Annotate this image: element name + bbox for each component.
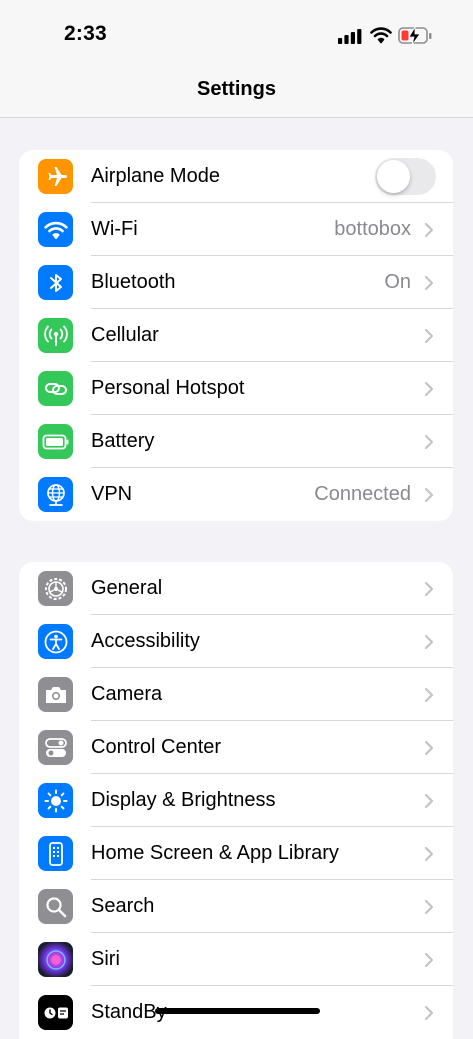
siri-icon	[38, 942, 73, 977]
chevron-right-icon	[424, 952, 434, 968]
toggle-knob	[377, 160, 410, 193]
row-label: Home Screen & App Library	[91, 842, 339, 864]
bluetooth-status-value: On	[384, 271, 411, 293]
vpn-status-value: Connected	[314, 483, 411, 505]
home-screen-icon	[38, 836, 73, 871]
wifi-network-value: bottobox	[334, 218, 411, 240]
chevron-right-icon	[424, 222, 434, 238]
row-vpn[interactable]: VPN Connected	[19, 468, 453, 521]
airplane-icon	[38, 159, 73, 194]
battery-icon	[38, 424, 73, 459]
row-display-brightness[interactable]: Display & Brightness	[19, 774, 453, 827]
settings-group-general: General Accessibility Camera Control Cen…	[19, 562, 453, 1039]
row-label: Camera	[91, 683, 163, 705]
row-search[interactable]: Search	[19, 880, 453, 933]
airplane-mode-toggle[interactable]	[375, 158, 436, 195]
row-label: Siri	[91, 948, 120, 970]
top-bar: 2:33 Settings	[0, 0, 473, 118]
camera-icon	[38, 677, 73, 712]
chevron-right-icon	[424, 740, 434, 756]
row-label: VPN	[91, 483, 133, 505]
cellular-signal-icon	[338, 29, 362, 44]
chevron-right-icon	[424, 687, 434, 703]
control-center-icon	[38, 730, 73, 765]
page-title: Settings	[197, 78, 276, 100]
row-siri[interactable]: Siri	[19, 933, 453, 986]
row-label: Display & Brightness	[91, 789, 276, 811]
battery-charging-icon	[398, 26, 432, 46]
chevron-right-icon	[424, 434, 434, 450]
row-airplane-mode[interactable]: Airplane Mode	[19, 150, 453, 203]
chevron-right-icon	[424, 846, 434, 862]
row-label: Airplane Mode	[91, 165, 220, 187]
row-bluetooth[interactable]: Bluetooth On	[19, 256, 453, 309]
row-label: Accessibility	[91, 630, 200, 652]
sun-icon	[38, 783, 73, 818]
row-camera[interactable]: Camera	[19, 668, 453, 721]
row-label: Personal Hotspot	[91, 377, 245, 399]
chevron-right-icon	[424, 793, 434, 809]
row-general[interactable]: General	[19, 562, 453, 615]
vpn-globe-icon	[38, 477, 73, 512]
chevron-right-icon	[424, 581, 434, 597]
chevron-right-icon	[424, 487, 434, 503]
chevron-right-icon	[424, 275, 434, 291]
wifi-icon	[38, 212, 73, 247]
row-control-center[interactable]: Control Center	[19, 721, 453, 774]
row-label: Battery	[91, 430, 155, 452]
row-battery[interactable]: Battery	[19, 415, 453, 468]
row-label: Bluetooth	[91, 271, 176, 293]
chevron-right-icon	[424, 634, 434, 650]
status-time: 2:33	[64, 22, 107, 45]
wifi-status-icon	[370, 27, 392, 44]
settings-group-connectivity: Airplane Mode Wi-Fi bottobox Bluetooth O…	[19, 150, 453, 521]
hotspot-link-icon	[38, 371, 73, 406]
chevron-right-icon	[424, 899, 434, 915]
home-indicator[interactable]	[155, 1008, 320, 1014]
chevron-right-icon	[424, 1005, 434, 1021]
row-label: Cellular	[91, 324, 159, 346]
row-label: Wi-Fi	[91, 218, 138, 240]
chevron-right-icon	[424, 328, 434, 344]
standby-icon	[38, 995, 73, 1030]
row-label: General	[91, 577, 163, 599]
bluetooth-icon	[38, 265, 73, 300]
row-label: Search	[91, 895, 155, 917]
accessibility-icon	[38, 624, 73, 659]
search-icon	[38, 889, 73, 924]
chevron-right-icon	[424, 381, 434, 397]
row-wifi[interactable]: Wi-Fi bottobox	[19, 203, 453, 256]
row-accessibility[interactable]: Accessibility	[19, 615, 453, 668]
row-personal-hotspot[interactable]: Personal Hotspot	[19, 362, 453, 415]
row-home-screen[interactable]: Home Screen & App Library	[19, 827, 453, 880]
row-cellular[interactable]: Cellular	[19, 309, 453, 362]
row-label: Control Center	[91, 736, 222, 758]
gear-icon	[38, 571, 73, 606]
cellular-antenna-icon	[38, 318, 73, 353]
